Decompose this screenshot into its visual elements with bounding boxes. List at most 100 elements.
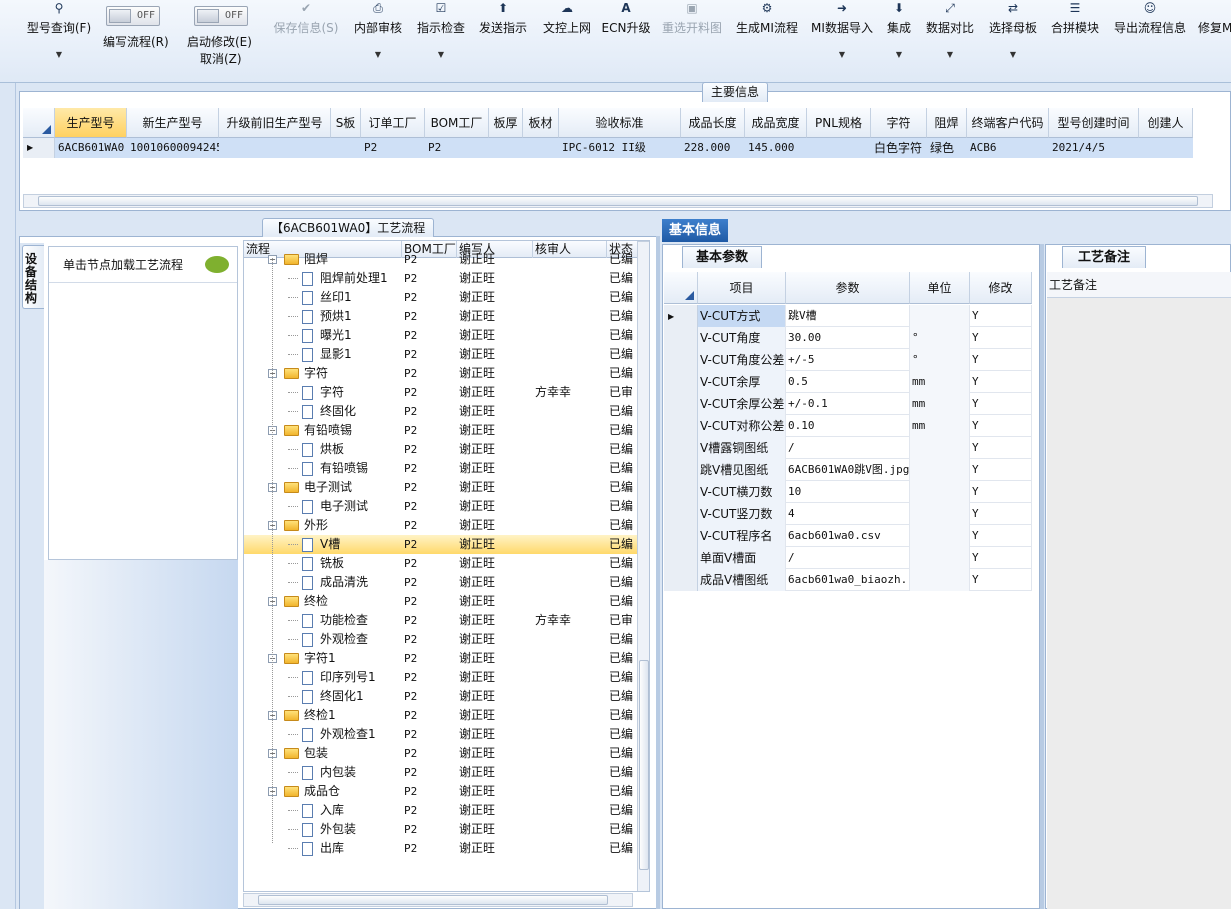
tree-row[interactable]: − 外形 P2 谢正旺 已编 <box>244 516 639 535</box>
col-width[interactable]: 成品宽度 <box>745 108 807 138</box>
tree-row[interactable]: 功能检查 P2 谢正旺 方幸幸 已审 <box>244 611 639 630</box>
param-row[interactable]: 跳V槽见图纸 6ACB601WA0跳V图.jpg Y <box>664 459 1032 481</box>
scroll-thumb[interactable] <box>639 660 649 870</box>
generate-mi-flow-button[interactable]: ⚙ 生成MI流程 <box>734 0 800 83</box>
tree-row[interactable]: 内包装 P2 谢正旺 已编 <box>244 763 639 782</box>
param-row[interactable]: V-CUT余厚公差 +/-0.1 mm Y <box>664 393 1032 415</box>
param-row[interactable]: 成品V槽图纸 6acb601wa0_biaozh... Y <box>664 569 1032 591</box>
tab-basic-info[interactable]: 基本信息 <box>662 219 728 242</box>
col-material[interactable]: 板材 <box>523 108 559 138</box>
scroll-thumb[interactable] <box>38 196 1198 206</box>
tree-row[interactable]: 铣板 P2 谢正旺 已编 <box>244 554 639 573</box>
col-new-prod-model[interactable]: 新生产型号 <box>127 108 219 138</box>
write-flow-toggle[interactable]: OFF <box>106 6 160 26</box>
tree-row[interactable]: − 包装 P2 谢正旺 已编 <box>244 744 639 763</box>
tree-row[interactable]: 字符 P2 谢正旺 方幸幸 已审 <box>244 383 639 402</box>
tree-vscrollbar[interactable] <box>637 241 649 891</box>
tree-row[interactable]: 印序列号1 P2 谢正旺 已编 <box>244 668 639 687</box>
select-mother-board-button[interactable]: ⇄ 选择母板 ▼ <box>986 0 1040 83</box>
tree-row[interactable]: 预烘1 P2 谢正旺 已编 <box>244 307 639 326</box>
tree-row[interactable]: 出库 P2 谢正旺 已编 <box>244 839 639 858</box>
tab-basic-params[interactable]: 基本参数 <box>682 246 762 268</box>
tree-row[interactable]: 外观检查1 P2 谢正旺 已编 <box>244 725 639 744</box>
col-length[interactable]: 成品长度 <box>681 108 745 138</box>
right-splitter[interactable] <box>1040 244 1044 909</box>
doc-online-button[interactable]: ☁ 文控上网 <box>540 0 594 83</box>
col-creator[interactable]: 创建人 <box>1139 108 1193 138</box>
col-modify[interactable]: 修改 <box>970 272 1032 304</box>
col-solder-mask[interactable]: 阻焊 <box>927 108 967 138</box>
col-character[interactable]: 字符 <box>871 108 927 138</box>
tree-hscrollbar[interactable] <box>243 893 633 907</box>
send-instruction-button[interactable]: ⬆ 发送指示 <box>476 0 530 83</box>
load-node-hint[interactable]: 单击节点加载工艺流程 <box>49 247 237 283</box>
param-row[interactable]: V-CUT程序名 6acb601wa0.csv Y <box>664 525 1032 547</box>
main-grid-hscrollbar[interactable] <box>23 194 1213 208</box>
model-query-button[interactable]: ⚲ 型号查询(F) ▼ <box>24 0 94 83</box>
ecn-upgrade-button[interactable]: A ECN升级 <box>602 0 651 83</box>
param-row[interactable]: ▶ V-CUT方式 跳V槽 Y <box>664 305 1032 327</box>
param-row[interactable]: V-CUT余厚 0.5 mm Y <box>664 371 1032 393</box>
col-unit[interactable]: 单位 <box>910 272 970 304</box>
param-row[interactable]: 单面V槽面 / Y <box>664 547 1032 569</box>
tree-row[interactable]: 电子测试 P2 谢正旺 已编 <box>244 497 639 516</box>
tree-row[interactable]: 终固化 P2 谢正旺 已编 <box>244 402 639 421</box>
tree-row[interactable]: 阻焊前处理1 P2 谢正旺 已编 <box>244 269 639 288</box>
tree-row[interactable]: 外观检查 P2 谢正旺 已编 <box>244 630 639 649</box>
tree-row[interactable]: 成品清洗 P2 谢正旺 已编 <box>244 573 639 592</box>
param-row[interactable]: V槽露铜图纸 / Y <box>664 437 1032 459</box>
tree-row[interactable]: − 字符 P2 谢正旺 已编 <box>244 364 639 383</box>
start-edit-toggle[interactable]: OFF <box>194 6 248 26</box>
col-s-board[interactable]: S板 <box>331 108 361 138</box>
scroll-thumb[interactable] <box>258 895 608 905</box>
tree-row[interactable]: − 字符1 P2 谢正旺 已编 <box>244 649 639 668</box>
merge-module-button[interactable]: ☰ 合拼模块 <box>1048 0 1102 83</box>
notes-textarea[interactable] <box>1047 298 1231 909</box>
instruction-check-button[interactable]: ☑ 指示检查 ▼ <box>414 0 468 83</box>
save-info-button[interactable]: ✔ 保存信息(S) <box>270 0 342 83</box>
tree-row[interactable]: 显影1 P2 谢正旺 已编 <box>244 345 639 364</box>
col-create-time[interactable]: 型号创建时间 <box>1049 108 1139 138</box>
col-bom-factory[interactable]: BOM工厂 <box>425 108 489 138</box>
reselect-cut-drawing-button[interactable]: ▣ 重选开料图 <box>660 0 724 83</box>
tree-row[interactable]: − 终检 P2 谢正旺 已编 <box>244 592 639 611</box>
tree-row[interactable]: 终固化1 P2 谢正旺 已编 <box>244 687 639 706</box>
param-row[interactable]: V-CUT横刀数 10 Y <box>664 481 1032 503</box>
integrate-button[interactable]: ⬇ 集成 ▼ <box>884 0 914 83</box>
tree-row[interactable]: 烘板 P2 谢正旺 已编 <box>244 440 639 459</box>
vertical-splitter[interactable] <box>656 236 660 909</box>
mi-data-import-button[interactable]: ➜ MI数据导入 ▼ <box>808 0 876 83</box>
col-old-prod-model[interactable]: 升级前旧生产型号 <box>219 108 331 138</box>
tree-row[interactable]: − 成品仓 P2 谢正旺 已编 <box>244 782 639 801</box>
tree-row[interactable]: 外包装 P2 谢正旺 已编 <box>244 820 639 839</box>
col-param[interactable]: 参数 <box>786 272 910 304</box>
param-row[interactable]: V-CUT角度 30.00 ° Y <box>664 327 1032 349</box>
param-row[interactable]: V-CUT竖刀数 4 Y <box>664 503 1032 525</box>
param-row[interactable]: V-CUT角度公差 +/-5 ° Y <box>664 349 1032 371</box>
table-row[interactable]: 6ACB601WA0 10010600094245 P2 P2 IPC-6012… <box>55 138 1193 158</box>
col-acceptance-std[interactable]: 验收标准 <box>559 108 681 138</box>
tree-row[interactable]: − 阻焊 P2 谢正旺 已编 <box>244 250 639 269</box>
export-flow-info-button[interactable]: ☺ 导出流程信息 <box>1110 0 1190 83</box>
param-row[interactable]: V-CUT对称公差 0.10 mm Y <box>664 415 1032 437</box>
col-order-factory[interactable]: 订单工厂 <box>361 108 425 138</box>
device-structure-tab[interactable]: 设备结构 <box>20 243 44 909</box>
tree-row[interactable]: V槽 P2 谢正旺 已编 <box>244 535 639 554</box>
data-compare-button[interactable]: ⤢ 数据对比 ▼ <box>922 0 978 83</box>
col-customer-code[interactable]: 终端客户代码 <box>967 108 1049 138</box>
cancel-button[interactable]: 取消(Z) <box>200 50 242 67</box>
col-item[interactable]: 项目 <box>698 272 786 304</box>
internal-review-button[interactable]: ⎙ 内部审核 ▼ <box>352 0 404 83</box>
col-pnl-spec[interactable]: PNL规格 <box>807 108 871 138</box>
tree-row[interactable]: 有铅喷锡 P2 谢正旺 已编 <box>244 459 639 478</box>
col-thickness[interactable]: 板厚 <box>489 108 523 138</box>
repair-mi-button[interactable]: 修复MI <box>1198 0 1231 83</box>
tree-row[interactable]: − 终检1 P2 谢正旺 已编 <box>244 706 639 725</box>
tab-process-notes[interactable]: 工艺备注 <box>1062 246 1146 268</box>
tree-row[interactable]: − 有铅喷锡 P2 谢正旺 已编 <box>244 421 639 440</box>
tree-row[interactable]: 入库 P2 谢正旺 已编 <box>244 801 639 820</box>
tree-row[interactable]: − 电子测试 P2 谢正旺 已编 <box>244 478 639 497</box>
tree-row[interactable]: 丝印1 P2 谢正旺 已编 <box>244 288 639 307</box>
col-prod-model[interactable]: 生产型号 <box>55 108 127 138</box>
tree-row[interactable]: 曝光1 P2 谢正旺 已编 <box>244 326 639 345</box>
